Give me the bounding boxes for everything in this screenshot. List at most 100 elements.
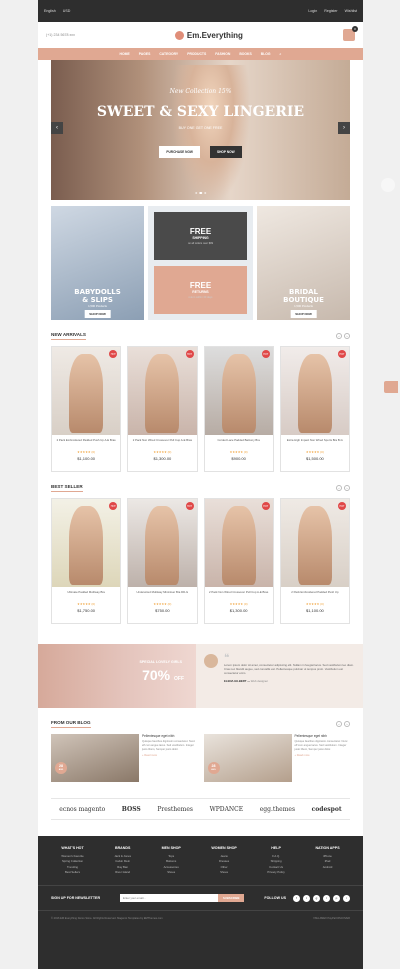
chevron-right-icon[interactable]: › bbox=[344, 721, 350, 727]
slider-next-icon[interactable]: › bbox=[338, 122, 350, 134]
brand-logos: ecnos magento BOSS Presthemes WPDANCE eg… bbox=[51, 798, 350, 820]
blog-post[interactable]: 28 AUG Pellentesque eget nibh Quisque fau… bbox=[203, 734, 351, 782]
avatar bbox=[204, 654, 218, 668]
footer: WHAT'S HOT Women's Favorite Spring Colle… bbox=[38, 836, 363, 969]
product-image[interactable] bbox=[128, 499, 197, 587]
cart-button[interactable]: 0 bbox=[342, 26, 358, 41]
footer-link[interactable]: Best Sellers bbox=[61, 870, 83, 875]
product-card[interactable]: HOT 2 Pack Non Wired Crossover Pull Cup … bbox=[203, 498, 274, 624]
post-excerpt: Quisque faucibus dignissim consectetur. … bbox=[142, 740, 196, 751]
product-image[interactable] bbox=[52, 499, 121, 587]
chevron-right-icon[interactable]: › bbox=[344, 333, 350, 339]
chevron-left-icon[interactable]: ‹ bbox=[336, 333, 342, 339]
nav-fashion[interactable]: FASHION bbox=[215, 52, 230, 56]
product-image[interactable] bbox=[52, 347, 121, 435]
nav-products[interactable]: PRODUCTS bbox=[187, 52, 206, 56]
read-more-link[interactable]: + Read more bbox=[142, 754, 198, 758]
product-name[interactable]: Underwired Multiway Minimiser Bra DD-G bbox=[128, 587, 196, 600]
blog-image[interactable]: 28 AUG bbox=[203, 734, 292, 782]
promo-banners: BABYDOLLS & SLIPS 1,500 Products SHOP NOW… bbox=[51, 206, 350, 320]
login-link[interactable]: Login bbox=[308, 9, 317, 13]
nav-blog[interactable]: BLOG bbox=[261, 52, 271, 56]
brand-logo[interactable]: WPDANCE bbox=[210, 806, 244, 813]
product-price: $1,100.00 bbox=[305, 608, 324, 613]
chevron-left-icon[interactable]: ‹ bbox=[336, 721, 342, 727]
nav-category[interactable]: CATEGORY bbox=[159, 52, 178, 56]
product-name[interactable]: 2 Pack Non Wired Crossover Pull Cup A-E … bbox=[128, 435, 196, 448]
product-name[interactable]: Extra High Impact Non Wired Sports Bra B… bbox=[281, 435, 349, 448]
chevron-right-icon[interactable]: › bbox=[344, 485, 350, 491]
product-name[interactable]: Corded Lace Padded Balcony Bra bbox=[205, 435, 273, 448]
product-image[interactable] bbox=[204, 347, 273, 435]
slider-prev-icon[interactable]: ‹ bbox=[51, 122, 63, 134]
hero-slider: New Collection 15% SWEET & SEXY LINGERIE… bbox=[51, 60, 350, 200]
footer-link[interactable]: River Island bbox=[114, 870, 131, 875]
brand-logo[interactable]: egg.themes bbox=[260, 806, 295, 813]
purchase-now-button[interactable]: PURCHASE NOW bbox=[159, 146, 200, 158]
sale-banner[interactable]: SPECIAL LOVELY GIRLS 70% OFF bbox=[38, 644, 196, 708]
shop-now-button[interactable]: SHOP NOW bbox=[209, 146, 242, 158]
pinterest-icon[interactable]: p bbox=[332, 894, 340, 902]
footer-link[interactable]: Shoes bbox=[162, 870, 181, 875]
read-more-link[interactable]: + Read more bbox=[295, 754, 351, 758]
nav-home[interactable]: HOME bbox=[120, 52, 130, 56]
product-card[interactable]: HOT 2 Pack Embroidered Padded Push Up A-… bbox=[51, 346, 122, 472]
product-name[interactable]: 2 Pack Non Wired Crossover Pull Cup A-E … bbox=[205, 587, 273, 600]
slider-dots[interactable] bbox=[194, 191, 207, 194]
logo-text: Em.Everything bbox=[186, 30, 243, 40]
brand-logo[interactable]: BOSS bbox=[122, 806, 141, 813]
chevron-left-icon[interactable]: ‹ bbox=[336, 485, 342, 491]
facebook-icon[interactable]: f bbox=[292, 894, 300, 902]
product-price: $750.00 bbox=[155, 608, 170, 613]
search-icon[interactable]: ⌕ bbox=[280, 52, 282, 56]
post-title[interactable]: Pellentesque eget nibh bbox=[295, 734, 351, 738]
product-card[interactable]: HOT Ultimate Padded Multiway Bra ★★★★★ (… bbox=[51, 498, 122, 624]
promo-babydolls[interactable]: BABYDOLLS & SLIPS 1,500 Products SHOP NOW bbox=[51, 206, 144, 320]
product-name[interactable]: Ultimate Padded Multiway Bra bbox=[52, 587, 120, 600]
footer-link[interactable]: Android bbox=[315, 865, 339, 870]
subscribe-button[interactable]: SUBSCRIBE bbox=[218, 894, 245, 903]
promo-right-shop-button[interactable]: SHOP NOW bbox=[290, 310, 317, 318]
newsletter-label: SIGN UP FOR NEWSLETTER bbox=[51, 896, 101, 901]
post-title[interactable]: Pellentesque eget nibh bbox=[142, 734, 198, 738]
promo-bridal[interactable]: BRIDAL BOUTIQUE 1,500 Products SHOP NOW bbox=[257, 206, 350, 320]
phone-number: (+1) 234 5678 xxx bbox=[46, 33, 75, 37]
language-select[interactable]: English bbox=[44, 9, 56, 13]
wishlist-link[interactable]: Wishlist bbox=[345, 9, 357, 13]
product-card[interactable]: HOT Extra High Impact Non Wired Sports B… bbox=[279, 346, 350, 472]
product-image[interactable] bbox=[280, 499, 349, 587]
footer-link[interactable]: Privacy Policy bbox=[267, 870, 284, 875]
product-name[interactable]: 2 Pack Embroidered Padded Push Up bbox=[281, 587, 349, 600]
product-image[interactable] bbox=[204, 499, 273, 587]
scroll-indicator bbox=[381, 178, 395, 192]
product-image[interactable] bbox=[280, 347, 349, 435]
register-link[interactable]: Register bbox=[324, 9, 337, 13]
footer-link[interactable]: Spring Collection bbox=[61, 859, 83, 864]
sale-label: SPECIAL LOVELY GIRLS bbox=[139, 660, 182, 664]
brand-logo[interactable]: ecnos magento bbox=[59, 806, 105, 813]
instagram-icon[interactable]: i bbox=[342, 894, 350, 902]
brand-logo[interactable]: Presthemes bbox=[157, 806, 193, 813]
newsletter-email-input[interactable] bbox=[120, 894, 218, 903]
footer-link[interactable]: Shoes bbox=[211, 870, 236, 875]
product-card[interactable]: HOT Corded Lace Padded Balcony Bra ★★★★★… bbox=[203, 346, 274, 472]
promo-left-shop-button[interactable]: SHOP NOW bbox=[84, 310, 111, 318]
logo[interactable]: Em.Everything bbox=[174, 30, 243, 40]
nav-books[interactable]: BOOKS bbox=[239, 52, 251, 56]
footer-link[interactable]: Calvin Klein bbox=[114, 859, 131, 864]
product-card[interactable]: HOT 2 Pack Non Wired Crossover Pull Cup … bbox=[127, 346, 198, 472]
product-card[interactable]: HOT Underwired Multiway Minimiser Bra DD… bbox=[127, 498, 198, 624]
currency-select[interactable]: USD bbox=[63, 9, 71, 13]
settings-side-tab[interactable] bbox=[384, 381, 398, 393]
nav-pages[interactable]: PAGES bbox=[139, 52, 151, 56]
product-card[interactable]: HOT 2 Pack Embroidered Padded Push Up ★★… bbox=[279, 498, 350, 624]
brand-logo[interactable]: codespot bbox=[312, 806, 342, 813]
product-name[interactable]: 2 Pack Embroidered Padded Push Up A-E Br… bbox=[52, 435, 120, 448]
rss-icon[interactable]: r bbox=[322, 894, 330, 902]
twitter-icon[interactable]: t bbox=[302, 894, 310, 902]
product-image[interactable] bbox=[128, 347, 197, 435]
blog-post[interactable]: 28 AUG Pellentesque eget nibh Quisque fau… bbox=[51, 734, 198, 782]
google-plus-icon[interactable]: g bbox=[312, 894, 320, 902]
header: (+1) 234 5678 xxx Em.Everything 0 bbox=[38, 22, 363, 48]
blog-image[interactable]: 28 AUG bbox=[51, 734, 139, 782]
